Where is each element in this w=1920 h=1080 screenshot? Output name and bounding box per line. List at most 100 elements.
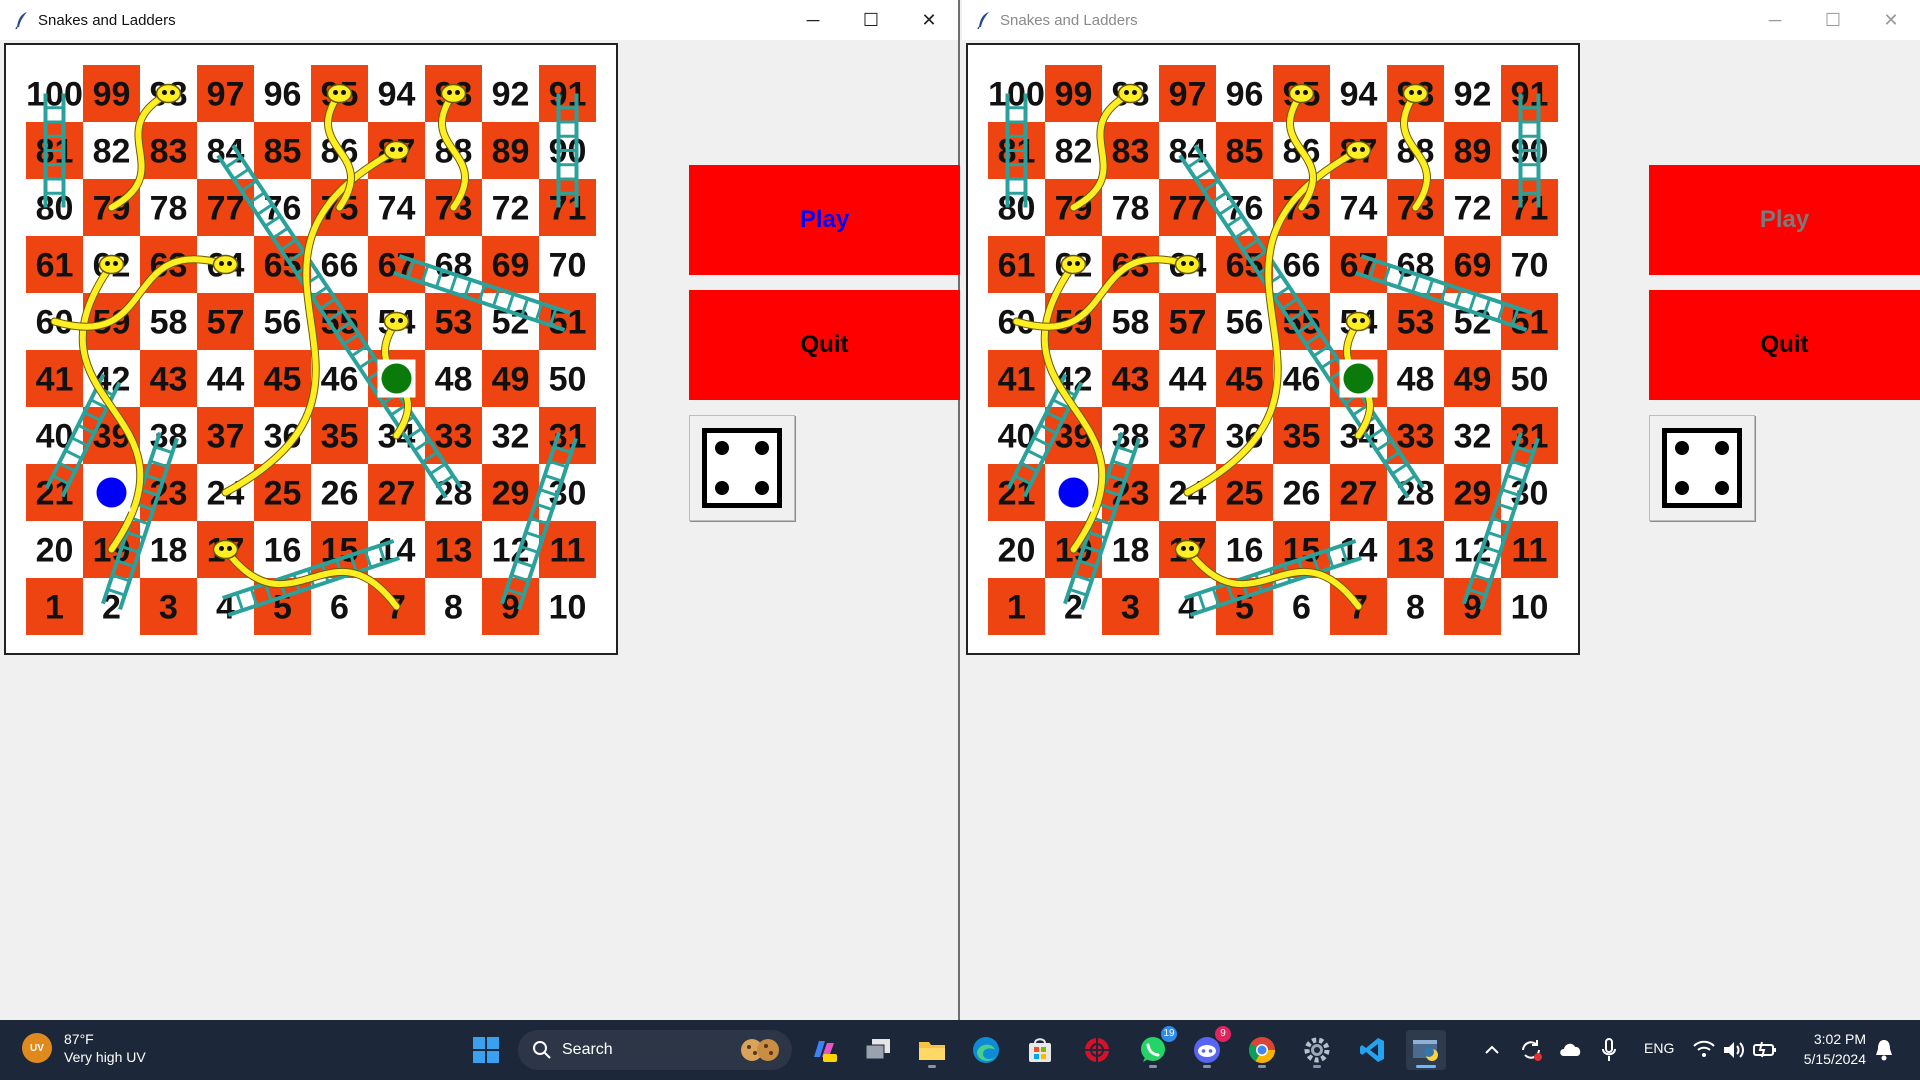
cell-number: 71 <box>1511 190 1549 228</box>
cell-number: 35 <box>1283 418 1321 456</box>
dice-button[interactable] <box>1649 415 1755 521</box>
close-button[interactable]: ✕ <box>900 0 958 40</box>
cell-number: 48 <box>1397 361 1435 399</box>
vscode-icon[interactable] <box>1352 1030 1392 1070</box>
cell-number: 96 <box>1226 76 1264 114</box>
maximize-button[interactable]: ☐ <box>1804 0 1862 40</box>
cell-number: 85 <box>264 133 302 171</box>
clock-date: 5/15/2024 <box>1803 1051 1866 1067</box>
edge-icon[interactable] <box>966 1030 1006 1070</box>
minimize-button[interactable]: ─ <box>1746 0 1804 40</box>
cell-number: 45 <box>1226 361 1264 399</box>
cell-number: 99 <box>1055 76 1093 114</box>
search-box[interactable]: Search <box>518 1030 792 1070</box>
sync-icon[interactable] <box>1518 1037 1544 1063</box>
cell-number: 21 <box>36 475 74 513</box>
maximize-button[interactable]: ☐ <box>842 0 900 40</box>
language-indicator[interactable]: ENG <box>1644 1040 1674 1056</box>
clock[interactable]: 3:02 PM 5/15/2024 <box>1790 1029 1866 1069</box>
cell-number: 72 <box>1454 190 1492 228</box>
cell-number: 29 <box>492 475 530 513</box>
chrome-icon[interactable] <box>1242 1030 1282 1070</box>
cell-number: 57 <box>207 304 245 342</box>
weather-condition: Very high UV <box>64 1049 146 1065</box>
game-board: 1009998979695949392918182838485868788899… <box>966 43 1580 655</box>
play-button[interactable]: Play <box>689 165 960 275</box>
title-bar[interactable]: Snakes and Ladders ─ ☐ ✕ <box>962 0 1920 40</box>
quit-button[interactable]: Quit <box>1649 290 1920 400</box>
windows-start-icon[interactable] <box>466 1030 506 1070</box>
cell-number: 83 <box>1112 133 1150 171</box>
play-button[interactable]: Play <box>1649 165 1920 275</box>
copilot-icon[interactable] <box>804 1030 844 1070</box>
clock-time: 3:02 PM <box>1813 1031 1866 1047</box>
title-bar[interactable]: Snakes and Ladders ─ ☐ ✕ <box>0 0 958 40</box>
discord-icon[interactable]: 9 <box>1187 1026 1231 1070</box>
cell-number: 92 <box>492 76 530 114</box>
cell-number: 57 <box>1169 304 1207 342</box>
dice-button[interactable] <box>689 415 795 521</box>
cell-number: 83 <box>150 133 188 171</box>
cell-number: 92 <box>1454 76 1492 114</box>
game-window-right: Snakes and Ladders ─ ☐ ✕ 100999897969594… <box>962 0 1920 1020</box>
green-token <box>381 363 412 394</box>
microsoft-store-icon[interactable] <box>1020 1030 1060 1070</box>
discord-badge: 9 <box>1215 1026 1231 1042</box>
settings-gear-icon[interactable] <box>1297 1030 1337 1070</box>
blue-token <box>96 477 127 508</box>
microphone-icon[interactable] <box>1600 1037 1618 1063</box>
cloud-icon[interactable] <box>1558 1038 1584 1060</box>
cell-number: 53 <box>435 304 473 342</box>
cell-number: 89 <box>492 133 530 171</box>
dice-pip <box>715 480 730 495</box>
cell-number: 45 <box>264 361 302 399</box>
cell-number: 53 <box>1397 304 1435 342</box>
running-indicator <box>1313 1065 1321 1068</box>
game-board: 1009998979695949392918182838485868788899… <box>4 43 618 655</box>
board-grid: 1009998979695949392918182838485868788899… <box>26 65 596 635</box>
notification-bell-icon[interactable] <box>1874 1038 1894 1062</box>
cell-number: 32 <box>1454 418 1492 456</box>
whatsapp-badge: 19 <box>1161 1026 1177 1042</box>
cell-number: 10 <box>1511 589 1549 627</box>
dice-face <box>702 428 782 508</box>
cell-number: 26 <box>321 475 359 513</box>
cell-number: 16 <box>1226 532 1264 570</box>
task-view-icon[interactable] <box>858 1030 898 1070</box>
cell-number: 13 <box>1397 532 1435 570</box>
cell-number: 82 <box>1055 133 1093 171</box>
python-app-icon[interactable] <box>1406 1030 1446 1070</box>
cell-number: 3 <box>159 589 178 627</box>
battery-icon[interactable] <box>1752 1039 1778 1059</box>
close-button[interactable]: ✕ <box>1862 0 1920 40</box>
cell-number: 37 <box>207 418 245 456</box>
wifi-icon[interactable] <box>1692 1039 1716 1059</box>
cell-number: 16 <box>264 532 302 570</box>
cell-number: 58 <box>150 304 188 342</box>
chevron-up-icon[interactable] <box>1480 1038 1504 1062</box>
cell-number: 6 <box>1292 589 1311 627</box>
cell-number: 13 <box>435 532 473 570</box>
dice-pip <box>754 480 769 495</box>
cell-number: 69 <box>1454 247 1492 285</box>
cell-number: 41 <box>998 361 1036 399</box>
file-explorer-icon[interactable] <box>912 1030 952 1070</box>
feather-icon <box>974 10 994 30</box>
cell-number: 43 <box>150 361 188 399</box>
dice-pip <box>1675 480 1690 495</box>
cell-number: 78 <box>150 190 188 228</box>
cell-number: 28 <box>1397 475 1435 513</box>
weather-widget[interactable]: UV 87°F Very high UV <box>22 1030 146 1066</box>
volume-icon[interactable] <box>1722 1039 1746 1061</box>
quit-button[interactable]: Quit <box>689 290 960 400</box>
cell-number: 20 <box>998 532 1036 570</box>
dice-pip <box>1714 441 1729 456</box>
cell-number: 94 <box>1340 76 1378 114</box>
feather-icon <box>12 10 32 30</box>
antivirus-icon[interactable] <box>1077 1030 1117 1070</box>
cell-number: 85 <box>1226 133 1264 171</box>
cell-number: 20 <box>36 532 74 570</box>
whatsapp-icon[interactable]: 19 <box>1133 1026 1177 1070</box>
cell-number: 26 <box>1283 475 1321 513</box>
minimize-button[interactable]: ─ <box>784 0 842 40</box>
